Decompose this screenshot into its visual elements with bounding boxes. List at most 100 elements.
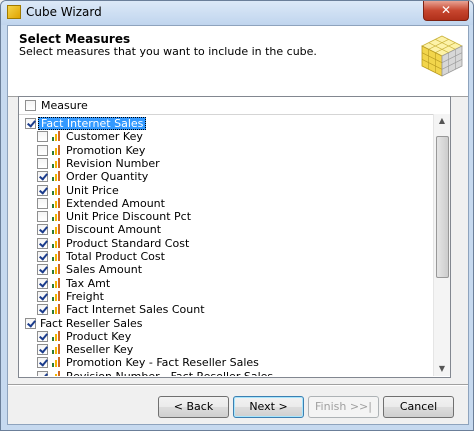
button-separator [8, 384, 468, 386]
measure-checkbox[interactable] [37, 357, 48, 369]
measure-label: Sales Amount [66, 263, 143, 277]
measure-label: Fact Internet Sales Count [66, 303, 205, 317]
measure-checkbox[interactable] [37, 131, 48, 143]
measures-tree[interactable]: Measure Fact Internet Sales Customer Key P… [18, 96, 451, 378]
measure-checkbox[interactable] [37, 251, 48, 262]
measure-label: Extended Amount [66, 196, 165, 210]
tree-measure-row[interactable]: Freight [19, 290, 433, 303]
measure-icon [51, 251, 62, 262]
measure-label: Revision Number [66, 156, 160, 170]
tree-measure-row[interactable]: Fact Internet Sales Count [19, 303, 433, 316]
measure-checkbox[interactable] [37, 330, 48, 342]
measure-icon [51, 344, 62, 355]
measure-label: Unit Price Discount Pct [66, 210, 192, 224]
title-bar[interactable]: Cube Wizard ✕ [1, 1, 473, 25]
measure-label: Unit Price [66, 183, 119, 197]
measure-label: Reseller Key [66, 343, 134, 357]
measure-icon [51, 131, 62, 142]
measure-column-header: Measure [19, 97, 450, 115]
measure-checkbox[interactable] [37, 344, 48, 356]
measure-icon [51, 157, 62, 169]
cube-wizard-window: Cube Wizard ✕ Select Measures Select mea… [0, 0, 474, 431]
measure-label: Tax Amt [66, 276, 111, 290]
tree-body: Fact Internet Sales Customer Key Promotion… [19, 117, 433, 376]
tree-measure-row[interactable]: Unit Price Discount Pct [19, 210, 433, 223]
group-label: Fact Reseller Sales [40, 316, 143, 330]
measure-checkbox[interactable] [37, 237, 48, 249]
tree-measure-row[interactable]: Sales Amount [19, 263, 433, 276]
measure-checkbox[interactable] [37, 197, 48, 209]
tree-measure-row[interactable]: Customer Key [19, 130, 433, 143]
measure-label: Discount Amount [66, 223, 162, 237]
measure-checkbox[interactable] [37, 264, 48, 276]
measure-checkbox[interactable] [37, 171, 48, 183]
back-button[interactable]: < Back [158, 396, 229, 418]
tree-measure-row[interactable]: Order Quantity [19, 170, 433, 183]
measure-label: Revision Number - Fact Reseller Sales [66, 370, 273, 376]
close-button[interactable]: ✕ [423, 1, 469, 21]
measure-icon [51, 197, 62, 209]
tree-measure-row[interactable]: Reseller Key [19, 343, 433, 356]
tree-measure-row[interactable]: Product Key [19, 330, 433, 343]
finish-button[interactable]: Finish >>| [308, 396, 379, 418]
measure-icon [51, 237, 62, 249]
measure-icon [51, 357, 62, 368]
wizard-client-area: Select Measures Select measures that you… [7, 25, 469, 425]
measure-label: Customer Key [66, 130, 143, 144]
measure-icon [51, 290, 62, 302]
tree-group-row[interactable]: Fact Internet Sales [19, 117, 433, 130]
measure-icon [51, 144, 62, 156]
tree-measure-row[interactable]: Promotion Key - Fact Reseller Sales [19, 356, 433, 369]
measure-checkbox[interactable] [25, 317, 36, 329]
measure-icon [51, 211, 62, 222]
cancel-button[interactable]: Cancel [383, 396, 454, 418]
measure-checkbox[interactable] [37, 144, 48, 156]
measure-checkbox[interactable] [37, 211, 48, 223]
tree-measure-row[interactable]: Promotion Key [19, 144, 433, 157]
measure-label: Promotion Key [66, 143, 146, 157]
next-button[interactable]: Next > [233, 396, 304, 418]
cube-icon [421, 35, 463, 77]
measure-checkbox[interactable] [37, 157, 48, 169]
measure-label: Total Product Cost [66, 250, 165, 263]
measure-icon [51, 224, 62, 235]
scroll-up-icon[interactable]: ▲ [434, 114, 450, 128]
tree-measure-row[interactable]: Tax Amt [19, 277, 433, 290]
tree-measure-row[interactable]: Discount Amount [19, 223, 433, 236]
measure-checkbox[interactable] [37, 304, 48, 316]
tree-measure-row[interactable]: Total Product Cost [19, 250, 433, 263]
measure-label: Product Key [66, 329, 132, 343]
tree-measure-row[interactable]: Product Standard Cost [19, 237, 433, 250]
measure-checkbox[interactable] [37, 184, 48, 196]
tree-group-row[interactable]: Fact Reseller Sales [19, 317, 433, 330]
scroll-thumb[interactable] [436, 136, 449, 278]
group-label: Fact Internet Sales [38, 117, 147, 130]
measure-icon [51, 184, 62, 196]
measure-label: Order Quantity [66, 170, 149, 184]
measure-label: Product Standard Cost [66, 236, 190, 250]
measure-icon [51, 277, 62, 289]
measure-label: Promotion Key - Fact Reseller Sales [66, 356, 259, 370]
measure-column-label: Measure [41, 99, 88, 112]
page-title: Select Measures [19, 32, 131, 46]
measure-checkbox[interactable] [37, 290, 48, 302]
tree-measure-row[interactable]: Unit Price [19, 184, 433, 197]
vertical-scrollbar[interactable]: ▲ ▼ [433, 114, 450, 376]
tree-measure-row[interactable]: Revision Number - Fact Reseller Sales [19, 370, 433, 376]
measure-checkbox[interactable] [25, 118, 36, 129]
tree-measure-row[interactable]: Extended Amount [19, 197, 433, 210]
select-all-checkbox[interactable] [25, 100, 36, 111]
scroll-down-icon[interactable]: ▼ [434, 362, 450, 376]
measure-checkbox[interactable] [37, 277, 48, 289]
measure-checkbox[interactable] [37, 224, 48, 236]
measure-label: Freight [66, 289, 104, 303]
measure-icon [51, 171, 62, 182]
page-description: Select measures that you want to include… [19, 45, 317, 58]
measure-icon [51, 264, 62, 275]
app-icon [7, 5, 21, 19]
measure-icon [51, 370, 62, 376]
measure-icon [51, 304, 62, 315]
tree-measure-row[interactable]: Revision Number [19, 157, 433, 170]
wizard-header: Select Measures Select measures that you… [8, 26, 468, 97]
measure-checkbox[interactable] [37, 370, 48, 376]
